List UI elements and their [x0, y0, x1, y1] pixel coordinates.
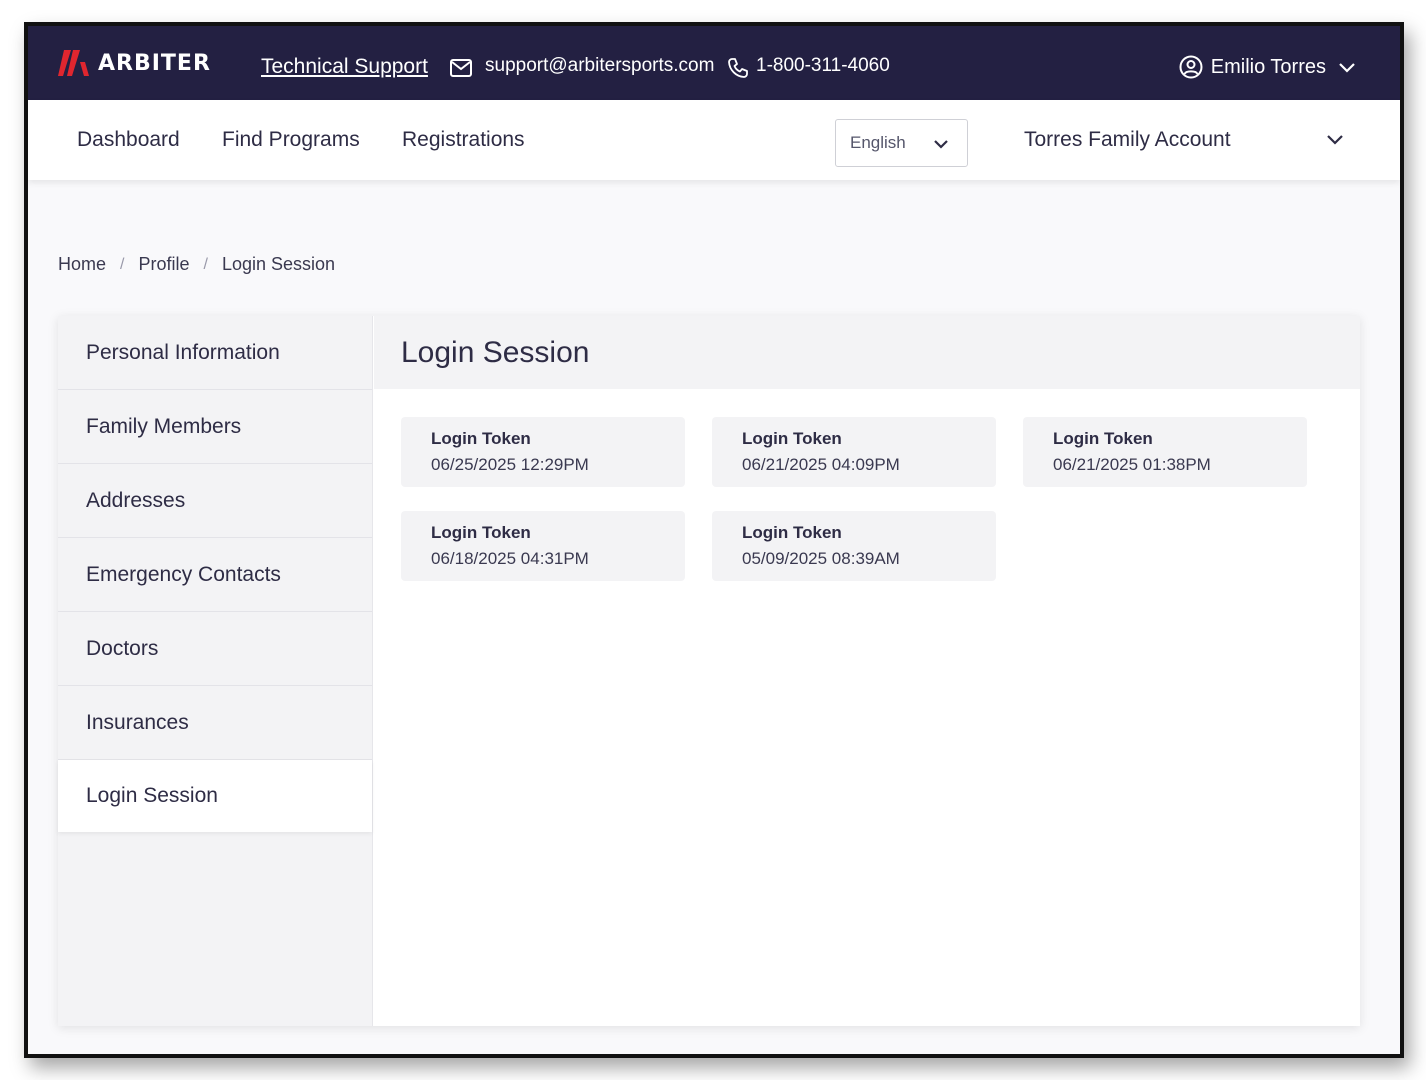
nav-registrations[interactable]: Registrations	[402, 128, 525, 152]
brand-name: ARBITER	[98, 50, 211, 76]
language-value: English	[850, 133, 906, 152]
support-email[interactable]: support@arbitersports.com	[485, 55, 714, 77]
user-name: Emilio Torres	[1210, 55, 1326, 78]
breadcrumb-home[interactable]: Home	[58, 254, 106, 275]
breadcrumb-profile[interactable]: Profile	[138, 254, 189, 275]
technical-support-link[interactable]: Technical Support	[261, 55, 428, 79]
token-label: Login Token	[431, 523, 531, 542]
account-select[interactable]: Torres Family Account	[1024, 120, 1344, 164]
token-date: 06/21/2025 04:09PM	[742, 455, 900, 474]
token-list: Login Token 06/25/2025 12:29PM Login Tok…	[401, 417, 1321, 581]
sidebar-item-addresses[interactable]: Addresses	[58, 464, 372, 538]
token-card[interactable]: Login Token 05/09/2025 08:39AM	[712, 511, 996, 581]
support-phone[interactable]: 1-800-311-4060	[756, 55, 890, 77]
arbiter-logo-icon	[58, 50, 89, 76]
phone-icon	[728, 58, 748, 78]
main-header: Login Session	[374, 316, 1360, 389]
sidebar-item-personal-information[interactable]: Personal Information	[58, 316, 372, 390]
page-title: Login Session	[401, 335, 590, 369]
sidebar-item-insurances[interactable]: Insurances	[58, 686, 372, 760]
main-panel: Login Session Login Token 06/25/2025 12:…	[374, 316, 1360, 1026]
arbiter-logo[interactable]: ARBITER	[58, 50, 211, 76]
language-select[interactable]: English	[835, 119, 968, 167]
token-label: Login Token	[742, 523, 842, 542]
profile-card: Personal Information Family Members Addr…	[58, 316, 1360, 1026]
sidebar-item-login-session[interactable]: Login Session	[58, 760, 372, 832]
profile-sidebar: Personal Information Family Members Addr…	[58, 316, 373, 1026]
user-circle-icon	[1179, 55, 1203, 79]
sidebar-item-doctors[interactable]: Doctors	[58, 612, 372, 686]
token-date: 06/21/2025 01:38PM	[1053, 455, 1211, 474]
token-label: Login Token	[1053, 429, 1153, 448]
token-date: 06/25/2025 12:29PM	[431, 455, 589, 474]
breadcrumb-separator: /	[203, 255, 208, 273]
nav-dashboard[interactable]: Dashboard	[77, 128, 180, 152]
chevron-down-icon	[1339, 63, 1355, 73]
sidebar-item-family-members[interactable]: Family Members	[58, 390, 372, 464]
main-nav: Dashboard Find Programs Registrations En…	[28, 100, 1400, 180]
nav-find-programs[interactable]: Find Programs	[222, 128, 360, 152]
token-date: 05/09/2025 08:39AM	[742, 549, 900, 568]
chevron-down-icon	[1327, 135, 1343, 145]
token-date: 06/18/2025 04:31PM	[431, 549, 589, 568]
token-label: Login Token	[742, 429, 842, 448]
top-bar: ARBITER Technical Support support@arbite…	[28, 26, 1400, 100]
token-card[interactable]: Login Token 06/18/2025 04:31PM	[401, 511, 685, 581]
token-label: Login Token	[431, 429, 531, 448]
breadcrumb-separator: /	[120, 255, 125, 273]
account-name: Torres Family Account	[1024, 128, 1231, 151]
sidebar-item-emergency-contacts[interactable]: Emergency Contacts	[58, 538, 372, 612]
mail-icon	[450, 59, 472, 77]
breadcrumb-current: Login Session	[221, 254, 336, 274]
app-window: ARBITER Technical Support support@arbite…	[24, 22, 1404, 1058]
token-card[interactable]: Login Token 06/21/2025 01:38PM	[1023, 417, 1307, 487]
token-card[interactable]: Login Token 06/21/2025 04:09PM	[712, 417, 996, 487]
breadcrumb: Home / Profile / Login Session	[58, 254, 335, 275]
user-menu[interactable]: Emilio Torres	[1179, 55, 1356, 79]
chevron-down-icon	[934, 140, 948, 149]
token-card[interactable]: Login Token 06/25/2025 12:29PM	[401, 417, 685, 487]
